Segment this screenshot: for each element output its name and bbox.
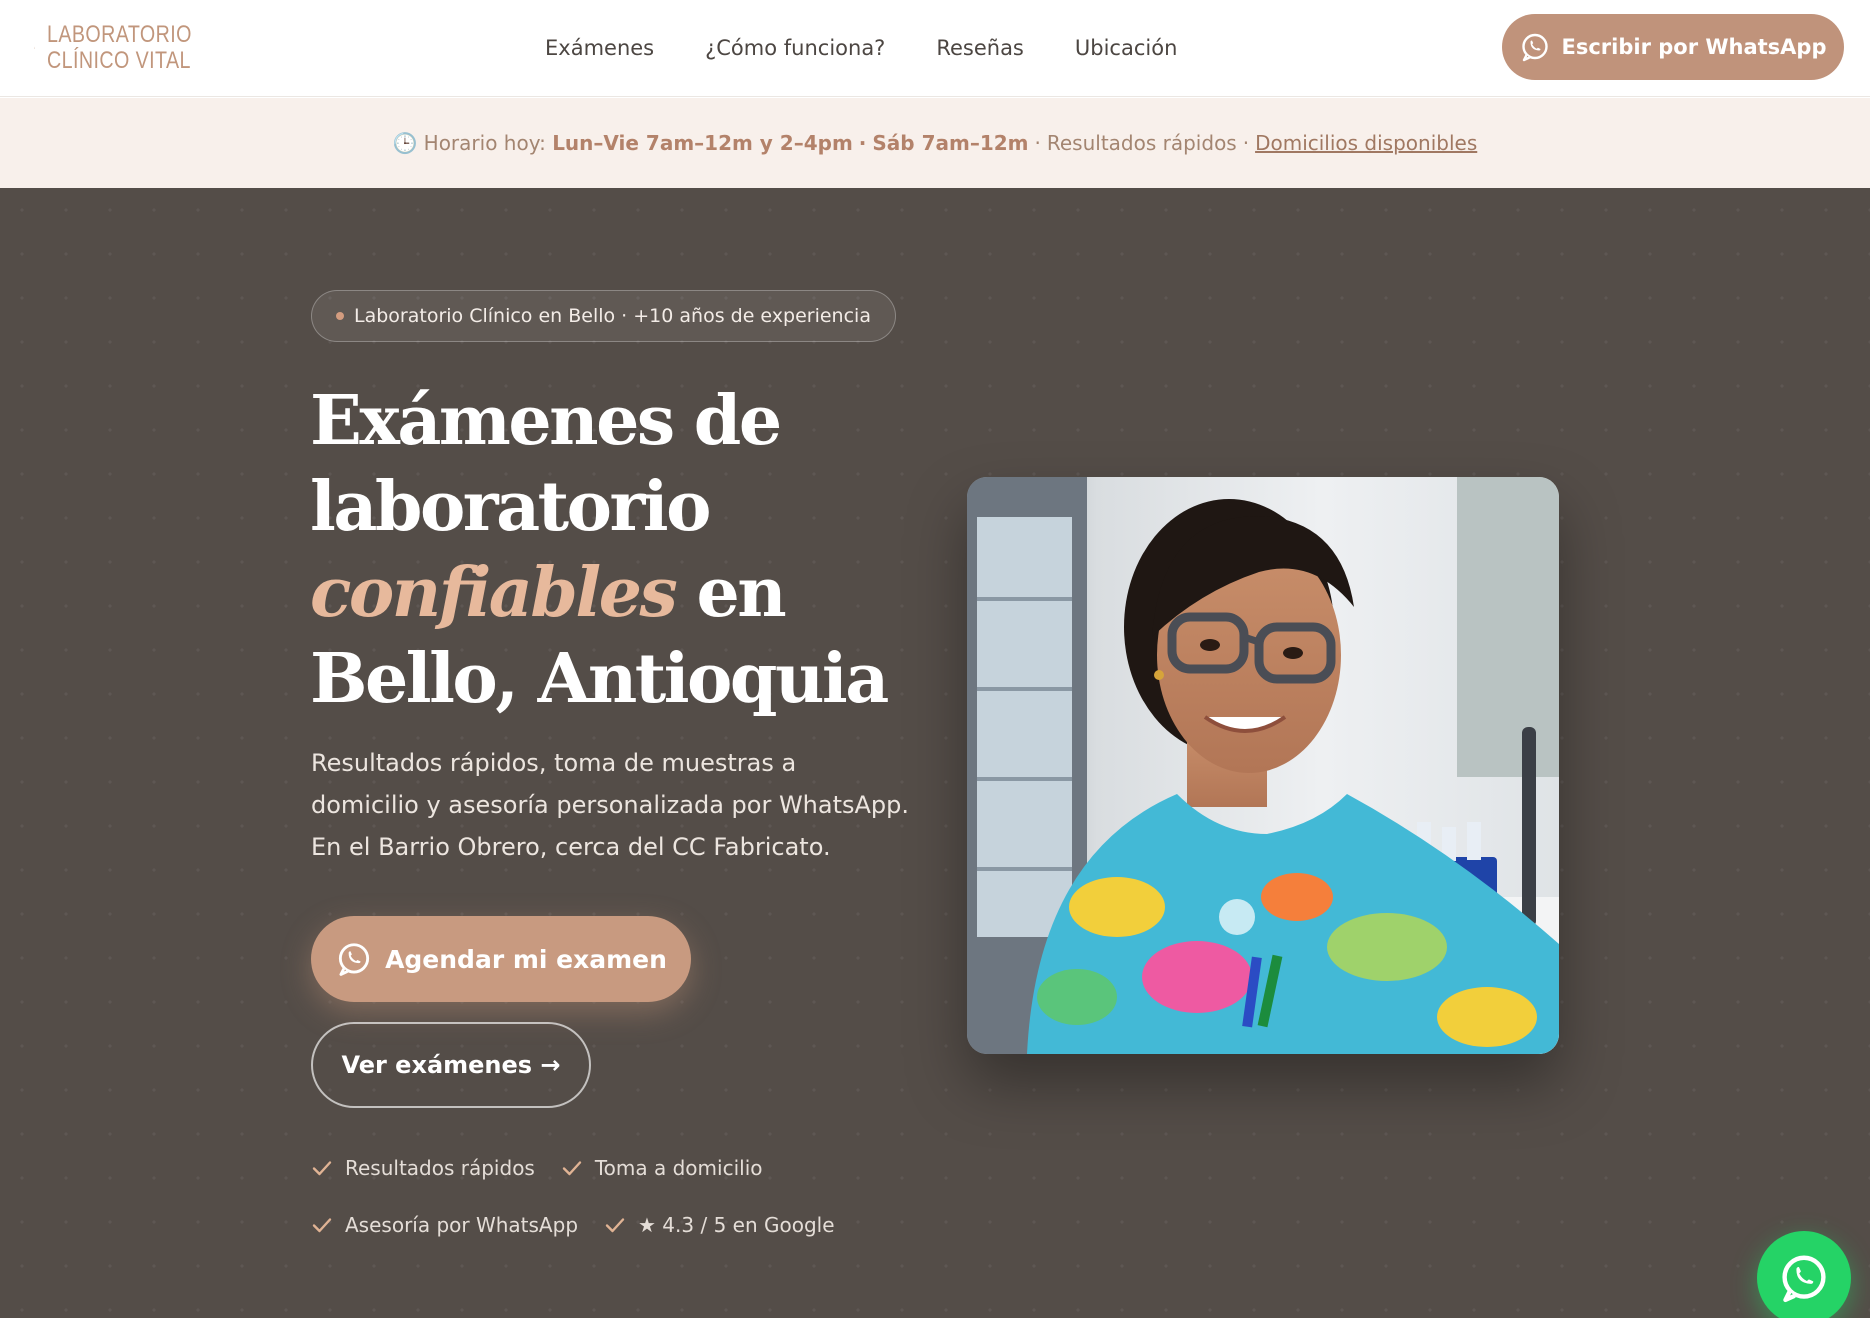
feature-item: Toma a domicilio [561, 1156, 763, 1180]
hours-separator: · [1034, 131, 1041, 155]
test-tube-icon [34, 46, 36, 49]
hours-bar: 🕒 Horario hoy: Lun–Vie 7am–12m y 2–4pm ·… [0, 98, 1870, 188]
next-section-edge [0, 1318, 1870, 1344]
clock-icon: 🕒 [392, 131, 418, 155]
nav-link-ubicacion[interactable]: Ubicación [1075, 30, 1178, 66]
feature-label: Toma a domicilio [594, 1156, 763, 1180]
experience-badge: Laboratorio Clínico en Bello · +10 años … [311, 290, 896, 342]
lab-technician-illustration [967, 477, 1559, 1054]
feature-label: Asesoría por WhatsApp [345, 1213, 579, 1237]
whatsapp-header-button[interactable]: Escribir por WhatsApp [1502, 14, 1844, 80]
check-icon [312, 1218, 332, 1233]
hours-weekday: Lun–Vie 7am–12m y 2–4pm [552, 131, 853, 155]
feature-item: Resultados rápidos [311, 1156, 535, 1180]
hours-saturday: Sáb 7am–12m [872, 131, 1029, 155]
whatsapp-header-label: Escribir por WhatsApp [1561, 35, 1827, 59]
experience-badge-label: Laboratorio Clínico en Bello · +10 años … [354, 305, 871, 327]
hours-prefix: Horario hoy: [423, 131, 546, 155]
check-icon [562, 1161, 582, 1176]
book-exam-label: Agendar mi examen [385, 944, 667, 974]
brand-line-2: CLÍNICO VITAL [47, 47, 192, 74]
nav-link-como-funciona[interactable]: ¿Cómo funciona? [705, 30, 885, 66]
hero-title-line-1: Exámenes de [310, 381, 782, 461]
hero-title: Exámenes de laboratorio confiables en Be… [310, 378, 950, 722]
view-exams-label: Ver exámenes → [341, 1051, 561, 1079]
hours-separator: · [858, 131, 867, 155]
hours-separator: · [1242, 131, 1250, 155]
check-icon [312, 1161, 332, 1176]
site-header: LABORATORIO CLÍNICO VITAL Exámenes ¿Cómo… [0, 0, 1870, 97]
feature-item: ★ 4.3 / 5 en Google [604, 1213, 835, 1237]
hero-title-accent: confiables [310, 553, 678, 633]
whatsapp-icon [1782, 1255, 1826, 1303]
hero-section [0, 188, 1870, 1318]
feature-item: Asesoría por WhatsApp [311, 1213, 578, 1237]
whatsapp-icon [338, 943, 370, 976]
feature-row: Resultados rápidos Toma a domicilio [311, 1148, 931, 1188]
book-exam-button[interactable]: Agendar mi examen [311, 916, 691, 1002]
hero-title-line-4: Bello, Antioquia [310, 639, 889, 719]
feature-list: Resultados rápidos Toma a domicilio Ases… [311, 1148, 931, 1262]
hero-title-line-2: laboratorio [310, 467, 711, 547]
lab-technician-photo [967, 477, 1559, 1054]
hero-subtitle: Resultados rápidos, toma de muestras a d… [311, 749, 910, 861]
brand-logo[interactable]: LABORATORIO CLÍNICO VITAL [34, 20, 224, 76]
brand-wordmark: LABORATORIO CLÍNICO VITAL [47, 22, 192, 74]
feature-row: Asesoría por WhatsApp ★ 4.3 / 5 en Googl… [311, 1205, 931, 1245]
main-nav: Exámenes ¿Cómo funciona? Reseñas Ubicaci… [545, 30, 1228, 66]
feature-label: Resultados rápidos [345, 1156, 535, 1180]
hero-title-line-3: en [675, 553, 786, 633]
hours-fast-results: Resultados rápidos [1046, 131, 1237, 155]
view-exams-button[interactable]: Ver exámenes → [311, 1022, 591, 1108]
brand-line-1: LABORATORIO [47, 21, 193, 48]
feature-label: ★ 4.3 / 5 en Google [638, 1213, 835, 1237]
home-service-link[interactable]: Domicilios disponibles [1255, 131, 1477, 155]
whatsapp-icon [1522, 33, 1549, 62]
floating-whatsapp-button[interactable] [1757, 1231, 1851, 1325]
badge-dot [336, 312, 344, 320]
nav-link-resenas[interactable]: Reseñas [936, 30, 1024, 66]
nav-link-examenes[interactable]: Exámenes [545, 30, 654, 66]
check-icon [605, 1218, 625, 1233]
